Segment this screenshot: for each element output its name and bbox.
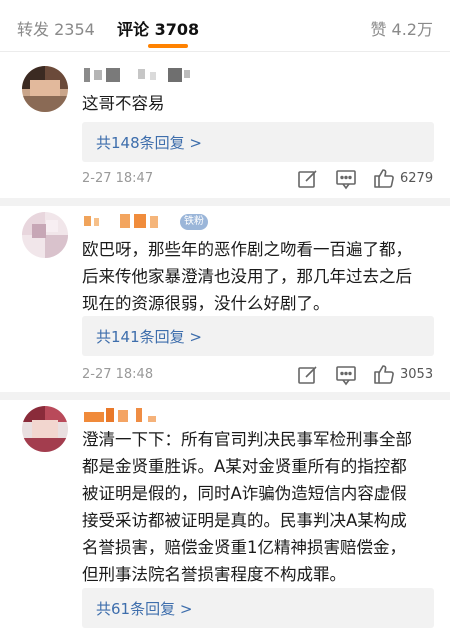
comment-text-line: 名誉损害，赔偿金贤重1亿精神损害赔偿金， xyxy=(82,538,406,557)
fan-badge: 铁粉 xyxy=(180,214,208,230)
comment-text-line: 被证明是假的，同时A诈骗伪造短信内容虚假 xyxy=(82,484,407,503)
comment-text-line: 接受采访都被证明是真的。民事判决A某构成 xyxy=(82,511,407,530)
comment-icon[interactable] xyxy=(335,168,357,190)
tab-like[interactable]: 赞 4.2万 xyxy=(370,16,433,40)
comment-text-line: 这哥不容易 xyxy=(82,94,165,113)
comment-text-line: 欧巴呀，那些年的恶作剧之吻看一百遍了都， xyxy=(82,240,412,259)
like-count: 3053 xyxy=(400,367,434,382)
like-count: 6279 xyxy=(400,171,434,186)
replies-box[interactable]: 共148条回复 > xyxy=(82,122,434,162)
edit-icon[interactable] xyxy=(297,168,319,190)
active-tab-indicator xyxy=(148,44,188,48)
comment-divider xyxy=(0,198,450,206)
comment-text: 欧巴呀，那些年的恶作剧之吻看一百遍了都， 后来传他家暴澄清也没用了，那几年过去之… xyxy=(82,236,437,317)
username-pixelated[interactable] xyxy=(82,406,172,424)
comment-text-line: 都是金贤重胜诉。A某对金贤重所有的指控都 xyxy=(82,457,407,476)
view-replies-link[interactable]: 共141条回复 > xyxy=(96,326,202,347)
comment-tabs-bar: 转发 2354 评论 3708 赞 4.2万 xyxy=(0,0,450,52)
replies-box[interactable]: 共61条回复 > xyxy=(82,588,434,628)
comment-text-line: 但刑事法院名誉损害程度不构成罪。 xyxy=(82,565,346,584)
comment-text-line: 澄清一下下：所有官司判决民事军检刑事全部 xyxy=(82,430,412,449)
comment-time: 2-27 18:47 xyxy=(82,171,154,186)
view-replies-link[interactable]: 共148条回复 > xyxy=(96,132,202,153)
comment-item: 澄清一下下：所有官司判决民事军检刑事全部 都是金贤重胜诉。A某对金贤重所有的指控… xyxy=(0,400,450,640)
username-pixelated[interactable] xyxy=(82,212,182,230)
comment-text-line: 后来传他家暴澄清也没用了，那几年过去之后 xyxy=(82,267,412,286)
avatar[interactable] xyxy=(22,406,68,452)
comment-item: 铁粉 欧巴呀，那些年的恶作剧之吻看一百遍了都， 后来传他家暴澄清也没用了，那几年… xyxy=(0,206,450,396)
comment-item: 这哥不容易 共148条回复 > 2-27 18:47 6279 xyxy=(0,60,450,200)
tab-comment[interactable]: 评论 3708 xyxy=(117,16,199,40)
edit-icon[interactable] xyxy=(297,364,319,386)
avatar[interactable] xyxy=(22,212,68,258)
tab-repost[interactable]: 转发 2354 xyxy=(17,16,95,40)
comment-icon[interactable] xyxy=(335,364,357,386)
comment-divider xyxy=(0,392,450,400)
comment-text-line: 现在的资源很弱，没什么好剧了。 xyxy=(82,294,330,313)
comment-text: 澄清一下下：所有官司判决民事军检刑事全部 都是金贤重胜诉。A某对金贤重所有的指控… xyxy=(82,426,437,588)
avatar[interactable] xyxy=(22,66,68,112)
comment-text: 这哥不容易 xyxy=(82,90,437,117)
username-pixelated[interactable] xyxy=(82,66,192,84)
thumbs-up-icon[interactable] xyxy=(373,363,395,385)
comment-time: 2-27 18:48 xyxy=(82,367,154,382)
replies-box[interactable]: 共141条回复 > xyxy=(82,316,434,356)
view-replies-link[interactable]: 共61条回复 > xyxy=(96,598,192,619)
thumbs-up-icon[interactable] xyxy=(373,167,395,189)
